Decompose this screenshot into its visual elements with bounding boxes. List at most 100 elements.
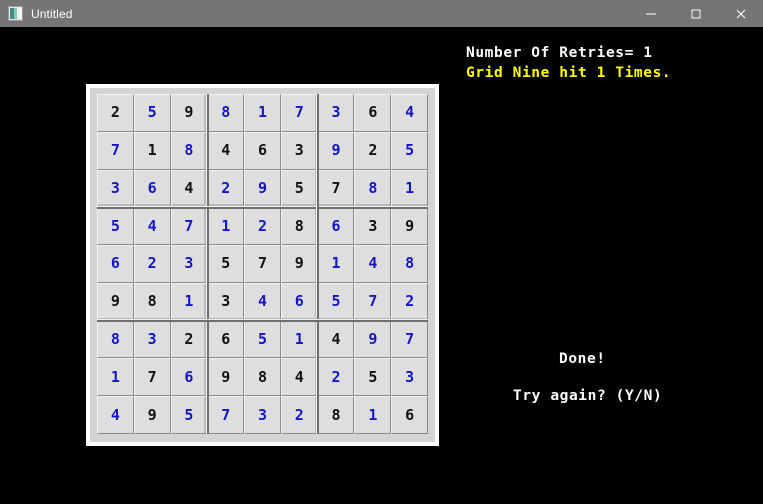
sudoku-cell[interactable]: 7 — [133, 358, 171, 397]
sudoku-cell[interactable]: 1 — [207, 207, 245, 246]
sudoku-cell[interactable]: 2 — [207, 169, 245, 208]
sudoku-cell[interactable]: 7 — [317, 169, 355, 208]
sudoku-grid: 2598173647184639253642957815471286396235… — [97, 94, 428, 434]
sudoku-cell[interactable]: 8 — [317, 396, 355, 434]
sudoku-cell[interactable]: 5 — [207, 245, 245, 283]
sudoku-cell[interactable]: 4 — [280, 358, 318, 397]
sudoku-cell[interactable]: 3 — [244, 396, 281, 434]
sudoku-board: 2598173647184639253642957815471286396235… — [86, 84, 439, 446]
sudoku-cell[interactable]: 1 — [133, 131, 171, 170]
sudoku-cell[interactable]: 3 — [133, 320, 171, 359]
sudoku-cell[interactable]: 9 — [280, 245, 318, 283]
sudoku-cell[interactable]: 6 — [317, 207, 355, 246]
sudoku-cell[interactable]: 9 — [207, 358, 245, 397]
sudoku-cell[interactable]: 5 — [97, 207, 134, 246]
sudoku-cell[interactable]: 1 — [170, 282, 208, 321]
sudoku-board-panel: 2598173647184639253642957815471286396235… — [90, 88, 435, 442]
sudoku-cell[interactable]: 5 — [354, 358, 392, 397]
sudoku-cell[interactable]: 4 — [244, 282, 281, 321]
sudoku-cell[interactable]: 3 — [207, 282, 245, 321]
app-window-icon — [8, 6, 23, 21]
sudoku-cell[interactable]: 5 — [133, 94, 171, 132]
sudoku-cell[interactable]: 8 — [97, 320, 134, 359]
done-message: Done! — [559, 351, 606, 367]
sudoku-cell[interactable]: 4 — [317, 320, 355, 359]
sudoku-cell[interactable]: 8 — [133, 282, 171, 321]
sudoku-cell[interactable]: 8 — [170, 131, 208, 170]
sudoku-cell[interactable]: 8 — [207, 94, 245, 132]
maximize-button[interactable] — [673, 0, 718, 27]
sudoku-cell[interactable]: 4 — [133, 207, 171, 246]
sudoku-cell[interactable]: 4 — [207, 131, 245, 170]
minimize-button[interactable] — [628, 0, 673, 27]
sudoku-cell[interactable]: 2 — [391, 282, 428, 321]
sudoku-cell[interactable]: 6 — [133, 169, 171, 208]
sudoku-cell[interactable]: 4 — [391, 94, 428, 132]
window-controls — [628, 0, 763, 27]
sudoku-cell[interactable]: 8 — [391, 245, 428, 283]
sudoku-cell[interactable]: 6 — [97, 245, 134, 283]
sudoku-cell[interactable]: 3 — [97, 169, 134, 208]
try-again-prompt: Try again? (Y/N) — [513, 388, 663, 404]
sudoku-cell[interactable]: 2 — [317, 358, 355, 397]
sudoku-cell[interactable]: 6 — [170, 358, 208, 397]
sudoku-cell[interactable]: 9 — [244, 169, 281, 208]
sudoku-grid-wrapper: 2598173647184639253642957815471286396235… — [97, 94, 428, 434]
sudoku-cell[interactable]: 7 — [97, 131, 134, 170]
sudoku-cell[interactable]: 7 — [244, 245, 281, 283]
app-icon-bar-right — [17, 8, 22, 19]
sudoku-cell[interactable]: 3 — [317, 94, 355, 132]
sudoku-cell[interactable]: 1 — [354, 396, 392, 434]
sudoku-cell[interactable]: 6 — [354, 94, 392, 132]
sudoku-cell[interactable]: 2 — [244, 207, 281, 246]
sudoku-cell[interactable]: 2 — [280, 396, 318, 434]
sudoku-cell[interactable]: 6 — [207, 320, 245, 359]
sudoku-cell[interactable]: 5 — [280, 169, 318, 208]
title-bar: Untitled — [0, 0, 763, 27]
sudoku-cell[interactable]: 1 — [97, 358, 134, 397]
sudoku-cell[interactable]: 9 — [317, 131, 355, 170]
sudoku-cell[interactable]: 2 — [170, 320, 208, 359]
sudoku-cell[interactable]: 5 — [317, 282, 355, 321]
sudoku-cell[interactable]: 1 — [317, 245, 355, 283]
close-button[interactable] — [718, 0, 763, 27]
sudoku-cell[interactable]: 9 — [97, 282, 134, 321]
sudoku-cell[interactable]: 1 — [391, 169, 428, 208]
sudoku-cell[interactable]: 7 — [170, 207, 208, 246]
sudoku-cell[interactable]: 8 — [354, 169, 392, 208]
retries-status-text: Number Of Retries= 1 — [466, 45, 653, 61]
sudoku-cell[interactable]: 7 — [354, 282, 392, 321]
sudoku-cell[interactable]: 4 — [354, 245, 392, 283]
sudoku-cell[interactable]: 6 — [244, 131, 281, 170]
sudoku-cell[interactable]: 9 — [133, 396, 171, 434]
sudoku-cell[interactable]: 5 — [391, 131, 428, 170]
sudoku-cell[interactable]: 2 — [97, 94, 134, 132]
sudoku-cell[interactable]: 8 — [280, 207, 318, 246]
sudoku-cell[interactable]: 1 — [244, 94, 281, 132]
sudoku-cell[interactable]: 2 — [354, 131, 392, 170]
sudoku-cell[interactable]: 1 — [280, 320, 318, 359]
window-title: Untitled — [31, 6, 73, 21]
sudoku-cell[interactable]: 2 — [133, 245, 171, 283]
sudoku-cell[interactable]: 9 — [170, 94, 208, 132]
sudoku-cell[interactable]: 4 — [97, 396, 134, 434]
sudoku-cell[interactable]: 5 — [170, 396, 208, 434]
sudoku-cell[interactable]: 6 — [391, 396, 428, 434]
sudoku-cell[interactable]: 3 — [170, 245, 208, 283]
sudoku-cell[interactable]: 8 — [244, 358, 281, 397]
sudoku-cell[interactable]: 6 — [280, 282, 318, 321]
sudoku-cell[interactable]: 3 — [391, 358, 428, 397]
grid-hit-status-text: Grid Nine hit 1 Times. — [466, 65, 672, 81]
application-window: Untitled 2 5 9 8 1 7 3 6 4 7 1 8 4 6 3 9… — [0, 0, 763, 504]
sudoku-cell[interactable]: 9 — [354, 320, 392, 359]
sudoku-cell[interactable]: 9 — [391, 207, 428, 246]
sudoku-cell[interactable]: 4 — [170, 169, 208, 208]
title-bar-left: Untitled — [0, 6, 73, 21]
console-client-area: 2598173647184639253642957815471286396235… — [0, 27, 763, 504]
sudoku-cell[interactable]: 3 — [354, 207, 392, 246]
sudoku-cell[interactable]: 7 — [207, 396, 245, 434]
sudoku-cell[interactable]: 7 — [391, 320, 428, 359]
sudoku-cell[interactable]: 3 — [280, 131, 318, 170]
sudoku-cell[interactable]: 7 — [280, 94, 318, 132]
sudoku-cell[interactable]: 5 — [244, 320, 281, 359]
